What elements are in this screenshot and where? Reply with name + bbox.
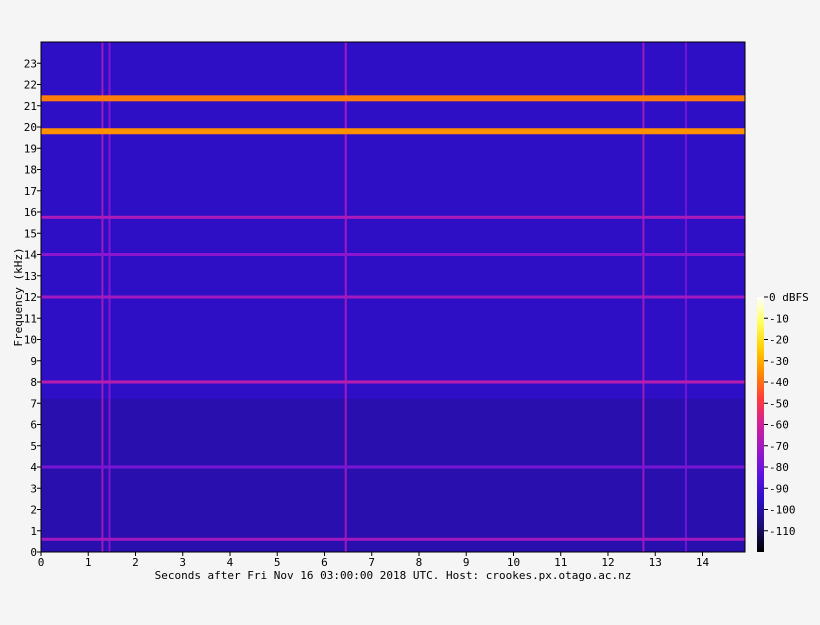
colorbar: 0 dBFS -10 -20 -30 -40 -50 -60 -70 -80 -90 -100 -11… — [757, 291, 809, 552]
x-tick-label: 14 — [696, 556, 710, 569]
x-axis: 0 1 2 3 4 5 6 7 8 9 10 11 12 13 14 — [38, 552, 710, 569]
spectrogram-figure: 0 1 2 3 4 5 6 7 8 9 10 11 12 13 14 0 1 2 3 4 5 6 7 8 9 10 11 12 13 1… — [0, 0, 820, 621]
y-axis-label: Frequency (kHz) — [12, 247, 25, 346]
horizontal-line-1 — [41, 128, 745, 135]
horizontal-line-6 — [41, 465, 745, 469]
x-tick-label: 4 — [227, 556, 234, 569]
x-tick-label: 6 — [321, 556, 328, 569]
x-tick-label: 10 — [507, 556, 520, 569]
y-axis: 01234567891011121314151617181920212223 — [24, 57, 41, 559]
y-tick-label: 2 — [30, 504, 37, 517]
x-tick-label: 3 — [179, 556, 186, 569]
y-tick-label: 15 — [24, 227, 37, 240]
y-tick-label: 23 — [24, 57, 37, 70]
colorbar-tick-label: -80 — [769, 461, 789, 474]
y-tick-label: 4 — [30, 461, 37, 474]
x-tick-label: 2 — [132, 556, 139, 569]
x-tick-label: 12 — [601, 556, 614, 569]
y-tick-label: 12 — [24, 291, 37, 304]
colorbar-tick-label: -60 — [769, 419, 789, 432]
horizontal-line-0 — [41, 95, 745, 102]
colorbar-tick-label: -50 — [769, 397, 789, 410]
low-band-shading — [41, 399, 745, 552]
colorbar-tick-label: -20 — [769, 334, 789, 347]
y-tick-label: 16 — [24, 206, 37, 219]
horizontal-line-5 — [41, 380, 745, 384]
colorbar-tick-label: -30 — [769, 355, 789, 368]
horizontal-line-2 — [41, 215, 745, 219]
colorbar-tick-label: -100 — [769, 504, 796, 517]
colorbar-tick-label: -10 — [769, 312, 789, 325]
horizontal-line-3 — [41, 253, 745, 256]
y-tick-label: 18 — [24, 164, 37, 177]
y-tick-label: 7 — [30, 397, 37, 410]
colorbar-gradient — [757, 297, 764, 552]
colorbar-ticks: 0 dBFS -10 -20 -30 -40 -50 -60 -70 -80 -90 -100 -11… — [764, 291, 809, 538]
colorbar-tick-label: -90 — [769, 482, 789, 495]
colorbar-tick-label: 0 dBFS — [769, 291, 809, 304]
x-tick-label: 1 — [85, 556, 92, 569]
y-tick-label: 22 — [24, 79, 37, 92]
x-axis-label: Seconds after Fri Nov 16 03:00:00 2018 U… — [155, 569, 632, 582]
spectrogram-chart: 0 1 2 3 4 5 6 7 8 9 10 11 12 13 14 0123456789101112131… — [12, 41, 809, 582]
y-tick-label: 1 — [30, 525, 37, 538]
x-tick-label: 9 — [463, 556, 470, 569]
x-tick-label: 7 — [368, 556, 375, 569]
y-tick-label: 6 — [30, 419, 37, 432]
x-tick-label: 8 — [416, 556, 423, 569]
y-tick-label: 11 — [24, 312, 37, 325]
y-tick-label: 8 — [30, 376, 37, 389]
y-tick-label: 0 — [30, 546, 37, 559]
horizontal-line-7 — [41, 537, 745, 541]
x-tick-label: 5 — [274, 556, 281, 569]
colorbar-tick-label: -110 — [769, 525, 796, 538]
spectrogram-plot — [41, 42, 745, 552]
y-tick-label: 19 — [24, 142, 37, 155]
y-tick-label: 9 — [30, 355, 37, 368]
y-tick-label: 17 — [24, 185, 37, 198]
y-tick-label: 14 — [24, 249, 38, 262]
y-tick-label: 13 — [24, 270, 37, 283]
y-tick-label: 3 — [30, 482, 37, 495]
horizontal-line-4 — [41, 295, 745, 299]
x-tick-label: 0 — [38, 556, 45, 569]
y-tick-label: 21 — [24, 100, 37, 113]
x-tick-label: 11 — [554, 556, 567, 569]
colorbar-tick-label: -70 — [769, 440, 789, 453]
y-tick-label: 5 — [30, 440, 37, 453]
y-tick-label: 10 — [24, 334, 37, 347]
x-tick-label: 13 — [649, 556, 662, 569]
y-tick-label: 20 — [24, 121, 37, 134]
colorbar-tick-label: -40 — [769, 376, 789, 389]
